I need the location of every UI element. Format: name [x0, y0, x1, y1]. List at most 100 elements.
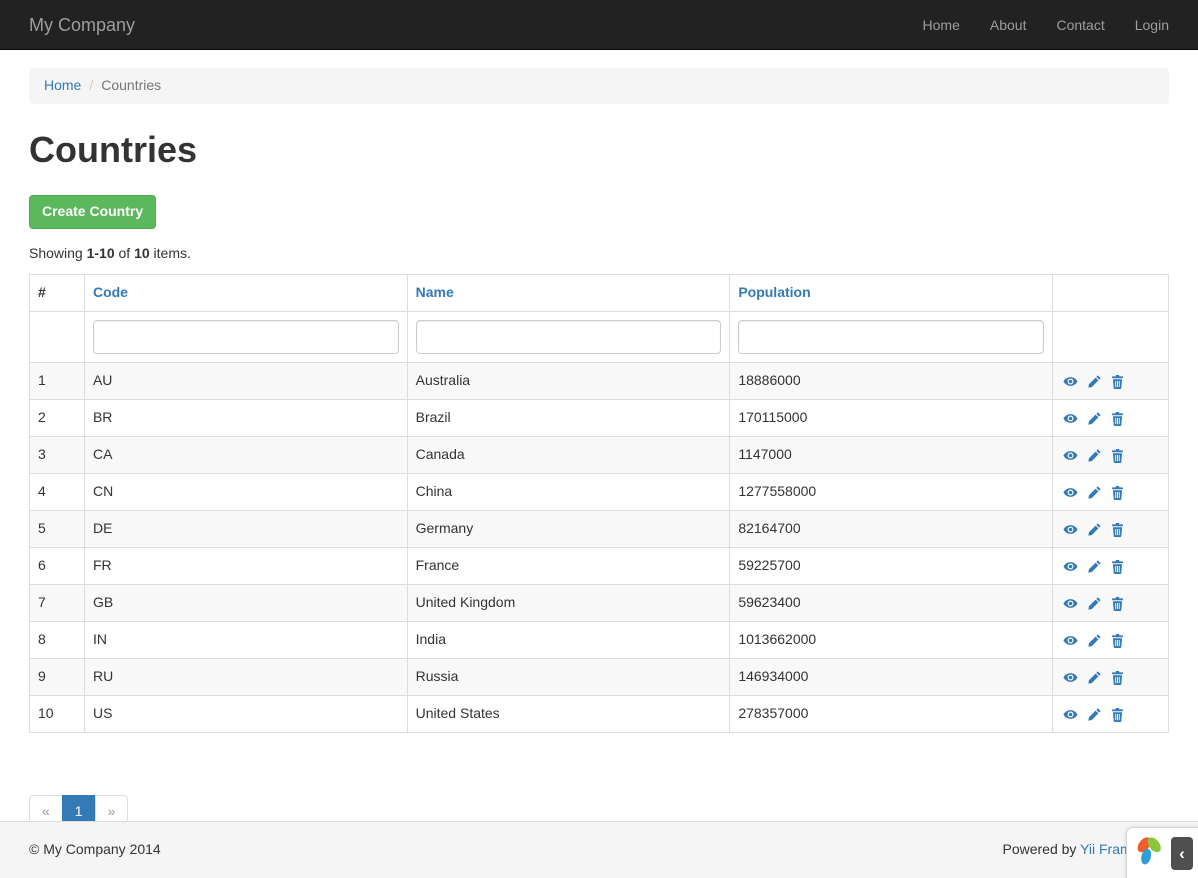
country-code: GB	[84, 585, 407, 622]
view-button[interactable]	[1063, 671, 1078, 684]
delete-button[interactable]	[1111, 486, 1124, 500]
delete-button[interactable]	[1111, 412, 1124, 426]
nav-item-contact: Contact	[1041, 0, 1119, 50]
delete-button[interactable]	[1111, 523, 1124, 537]
delete-button[interactable]	[1111, 560, 1124, 574]
eye-icon	[1063, 560, 1078, 573]
update-button[interactable]	[1088, 486, 1101, 499]
nav-item-about: About	[975, 0, 1042, 50]
navbar-menu: HomeAboutContactLogin	[908, 0, 1169, 50]
update-button[interactable]	[1088, 412, 1101, 425]
trash-icon	[1111, 634, 1124, 648]
nav-link-contact[interactable]: Contact	[1041, 0, 1119, 50]
debug-toolbar: ‹	[1126, 827, 1198, 878]
delete-button[interactable]	[1111, 708, 1124, 722]
eye-icon	[1063, 412, 1078, 425]
country-population: 1147000	[730, 437, 1053, 474]
sort-population-link[interactable]: Population	[738, 284, 810, 300]
country-code: CA	[84, 437, 407, 474]
row-number: 3	[30, 437, 85, 474]
view-button[interactable]	[1063, 708, 1078, 721]
table-row: 10 US United States 278357000	[30, 696, 1169, 733]
update-button[interactable]	[1088, 708, 1101, 721]
view-button[interactable]	[1063, 412, 1078, 425]
country-name: India	[407, 622, 730, 659]
country-name: Brazil	[407, 400, 730, 437]
trash-icon	[1111, 671, 1124, 685]
country-name: United Kingdom	[407, 585, 730, 622]
row-number: 7	[30, 585, 85, 622]
trash-icon	[1111, 375, 1124, 389]
delete-button[interactable]	[1111, 449, 1124, 463]
summary-prefix: Showing	[29, 245, 87, 261]
update-button[interactable]	[1088, 671, 1101, 684]
country-population: 82164700	[730, 511, 1053, 548]
nav-link-login[interactable]: Login	[1120, 0, 1169, 50]
yii-logo-icon	[1132, 833, 1166, 873]
table-row: 9 RU Russia 146934000	[30, 659, 1169, 696]
row-actions	[1053, 363, 1169, 400]
update-button[interactable]	[1088, 449, 1101, 462]
table-row: 5 DE Germany 82164700	[30, 511, 1169, 548]
pencil-icon	[1088, 375, 1101, 388]
trash-icon	[1111, 412, 1124, 426]
pencil-icon	[1088, 671, 1101, 684]
country-name: Germany	[407, 511, 730, 548]
eye-icon	[1063, 523, 1078, 536]
code-filter-input[interactable]	[93, 320, 399, 354]
view-button[interactable]	[1063, 375, 1078, 388]
country-code: US	[84, 696, 407, 733]
delete-button[interactable]	[1111, 634, 1124, 648]
country-code: FR	[84, 548, 407, 585]
country-name: Canada	[407, 437, 730, 474]
sort-name-link[interactable]: Name	[416, 284, 454, 300]
table-row: 4 CN China 1277558000	[30, 474, 1169, 511]
row-number: 10	[30, 696, 85, 733]
name-filter-input[interactable]	[416, 320, 722, 354]
countries-table: # Code Name Population 1 AU Australia 18…	[29, 274, 1169, 733]
update-button[interactable]	[1088, 634, 1101, 647]
breadcrumb-home-link[interactable]: Home	[44, 77, 81, 93]
table-row: 8 IN India 1013662000	[30, 622, 1169, 659]
trash-icon	[1111, 708, 1124, 722]
navbar: My Company HomeAboutContactLogin	[0, 0, 1198, 50]
view-button[interactable]	[1063, 634, 1078, 647]
eye-icon	[1063, 449, 1078, 462]
population-filter-input[interactable]	[738, 320, 1044, 354]
debug-collapse-button[interactable]: ‹	[1171, 837, 1193, 870]
view-button[interactable]	[1063, 560, 1078, 573]
country-code: RU	[84, 659, 407, 696]
view-button[interactable]	[1063, 523, 1078, 536]
country-name: Australia	[407, 363, 730, 400]
pencil-icon	[1088, 708, 1101, 721]
nav-link-home[interactable]: Home	[908, 0, 975, 50]
sort-code-link[interactable]: Code	[93, 284, 128, 300]
update-button[interactable]	[1088, 375, 1101, 388]
update-button[interactable]	[1088, 560, 1101, 573]
delete-button[interactable]	[1111, 671, 1124, 685]
country-population: 278357000	[730, 696, 1053, 733]
brand-link[interactable]: My Company	[29, 0, 150, 50]
country-code: BR	[84, 400, 407, 437]
country-code: CN	[84, 474, 407, 511]
delete-button[interactable]	[1111, 597, 1124, 611]
delete-button[interactable]	[1111, 375, 1124, 389]
view-button[interactable]	[1063, 486, 1078, 499]
update-button[interactable]	[1088, 523, 1101, 536]
view-button[interactable]	[1063, 449, 1078, 462]
row-number: 5	[30, 511, 85, 548]
nav-item-home: Home	[908, 0, 975, 50]
country-name: China	[407, 474, 730, 511]
table-row: 2 BR Brazil 170115000	[30, 400, 1169, 437]
country-name: France	[407, 548, 730, 585]
update-button[interactable]	[1088, 597, 1101, 610]
create-country-button[interactable]: Create Country	[29, 195, 156, 229]
header-num: #	[30, 275, 85, 312]
row-actions	[1053, 585, 1169, 622]
trash-icon	[1111, 486, 1124, 500]
country-name: Russia	[407, 659, 730, 696]
view-button[interactable]	[1063, 597, 1078, 610]
nav-link-about[interactable]: About	[975, 0, 1042, 50]
row-actions	[1053, 474, 1169, 511]
country-population: 59623400	[730, 585, 1053, 622]
